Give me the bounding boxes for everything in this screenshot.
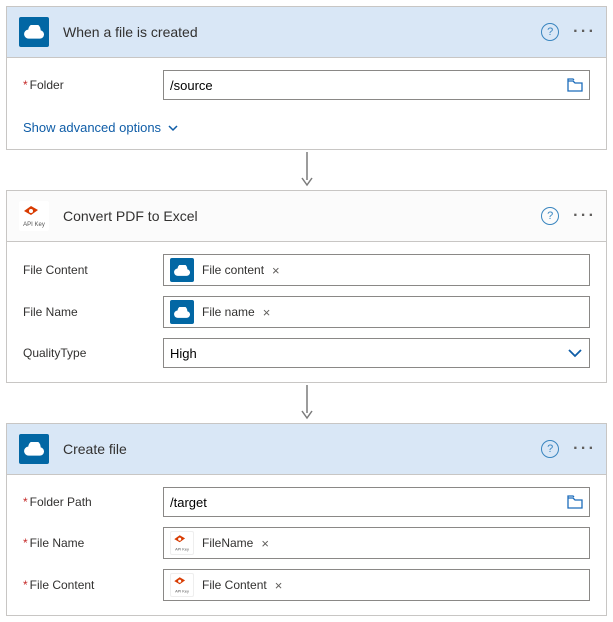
step1-title: When a file is created [63,24,541,40]
file-name-row: File Name File name × [23,296,590,328]
chevron-down-icon[interactable] [567,347,583,359]
folder-path-label: *Folder Path [23,495,163,509]
folder-row: *Folder [23,70,590,100]
file-name-field[interactable]: File name × [163,296,590,328]
more-menu-button[interactable] [573,23,594,41]
svg-text:API Key: API Key [23,222,45,228]
api-key-icon: API Key [170,531,194,555]
quality-row: QualityType [23,338,590,368]
token-remove-icon[interactable]: × [273,578,285,593]
onedrive-icon [19,434,49,464]
api-key-icon: API Key [170,573,194,597]
file-content-label: File Content [23,263,163,277]
token-label: File content [202,263,264,277]
token-remove-icon[interactable]: × [259,536,271,551]
help-icon[interactable]: ? [541,440,559,458]
step-when-file-created: When a file is created ? *Folder Show ad… [6,6,607,150]
folder-path-input[interactable] [170,495,567,510]
quality-select[interactable] [163,338,590,368]
step3-body: *Folder Path *File Name API Key FileName… [7,475,606,615]
folder-input[interactable] [170,78,567,93]
show-advanced-link[interactable]: Show advanced options [23,120,179,135]
file-content-label: *File Content [23,578,163,592]
file-name-row: *File Name API Key FileName × [23,527,590,559]
file-name-token[interactable]: File name × [170,300,272,324]
step3-title: Create file [63,441,541,457]
file-content-field[interactable]: API Key File Content × [163,569,590,601]
token-remove-icon[interactable]: × [261,305,273,320]
token-label: File name [202,305,255,319]
step-convert-pdf: API Key Convert PDF to Excel ? File Cont… [6,190,607,383]
folder-label: *Folder [23,78,163,92]
token-label: File Content [202,578,267,592]
file-content-token[interactable]: File content × [170,258,282,282]
folder-path-field [163,487,590,517]
token-remove-icon[interactable]: × [270,263,282,278]
step1-body: *Folder Show advanced options [7,58,606,149]
connector-arrow [6,150,607,190]
step2-header[interactable]: API Key Convert PDF to Excel ? [7,191,606,242]
file-content-token[interactable]: API Key File Content × [170,573,284,597]
onedrive-icon [170,300,194,324]
folder-picker-icon[interactable] [567,78,583,92]
connector-arrow [6,383,607,423]
folder-picker-icon[interactable] [567,495,583,509]
help-icon[interactable]: ? [541,207,559,225]
step2-body: File Content File content × File Name Fi… [7,242,606,382]
file-content-field[interactable]: File content × [163,254,590,286]
file-name-label: *File Name [23,536,163,550]
onedrive-icon [170,258,194,282]
file-name-field[interactable]: API Key FileName × [163,527,590,559]
folder-input-wrapper [163,70,590,100]
file-name-label: File Name [23,305,163,319]
file-content-row: File Content File content × [23,254,590,286]
more-menu-button[interactable] [573,440,594,458]
step1-header[interactable]: When a file is created ? [7,7,606,58]
svg-text:API Key: API Key [175,548,189,552]
step2-title: Convert PDF to Excel [63,208,541,224]
api-key-icon: API Key [19,201,49,231]
quality-label: QualityType [23,346,163,360]
token-label: FileName [202,536,253,550]
folder-path-row: *Folder Path [23,487,590,517]
svg-text:API Key: API Key [175,590,189,594]
quality-value[interactable] [170,346,567,361]
step3-header[interactable]: Create file ? [7,424,606,475]
chevron-down-icon [167,122,179,134]
file-content-row: *File Content API Key File Content × [23,569,590,601]
help-icon[interactable]: ? [541,23,559,41]
step-create-file: Create file ? *Folder Path *File Name AP… [6,423,607,616]
onedrive-icon [19,17,49,47]
more-menu-button[interactable] [573,207,594,225]
file-name-token[interactable]: API Key FileName × [170,531,271,555]
